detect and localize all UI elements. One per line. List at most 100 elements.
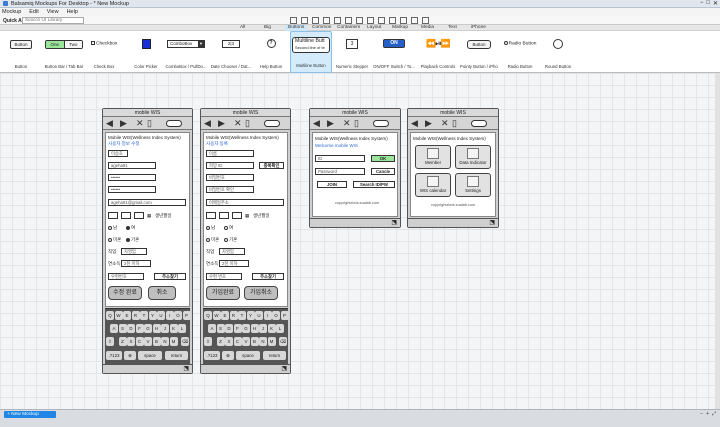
page-icon[interactable]: ▯ <box>245 118 250 129</box>
space-key[interactable]: space <box>236 351 260 360</box>
back-icon[interactable]: ◀ <box>313 118 320 129</box>
key-a[interactable]: A <box>110 324 118 333</box>
shift-key[interactable]: ⇧ <box>204 337 212 346</box>
birth-year[interactable] <box>206 212 216 219</box>
keyboard[interactable]: Q W E R T Y U I O P A S D F G H J K L ⇧ … <box>105 308 191 364</box>
name-field[interactable]: 이승호 <box>108 150 128 157</box>
lib-datechooser[interactable]: 2|3 Date Chooser / Dat... <box>210 31 252 73</box>
key-o[interactable]: O <box>174 311 182 320</box>
page-icon[interactable]: ▯ <box>147 118 152 129</box>
new-mockup-tab[interactable]: + New Mockup <box>4 411 56 418</box>
password-confirm-field[interactable]: 비밀번호 확인 <box>206 186 254 193</box>
globe-key[interactable]: ⊕ <box>222 351 234 360</box>
key-u[interactable]: U <box>255 311 263 320</box>
resize-handle-icon[interactable]: ⬔ <box>489 219 495 226</box>
cancel-button[interactable]: Cancle <box>371 168 395 175</box>
radio-male-icon[interactable] <box>206 225 210 230</box>
radio-married-icon[interactable] <box>224 237 228 242</box>
key-e[interactable]: E <box>221 311 229 320</box>
password-confirm-field[interactable]: •••••• <box>108 186 156 193</box>
submit-edit-button[interactable]: 수정 완료 <box>108 286 142 300</box>
key-d[interactable]: D <box>225 324 233 333</box>
duplicate-check-button[interactable]: 중복확인 <box>259 162 284 169</box>
lib-multiline[interactable]: Multiline Butt Second line of te Multili… <box>290 31 332 73</box>
return-key[interactable]: return <box>165 351 188 360</box>
ok-button[interactable]: OK <box>371 155 395 162</box>
resize-handle-icon[interactable]: ⬔ <box>183 365 189 372</box>
cancel-button[interactable]: 취소 <box>148 286 176 300</box>
key-n[interactable]: N <box>259 337 267 346</box>
space-key[interactable]: space <box>138 351 162 360</box>
lib-onoff[interactable]: ON ON/OFF Switch / To... <box>372 31 416 73</box>
key-m[interactable]: M <box>169 337 178 346</box>
key-e[interactable]: E <box>123 311 131 320</box>
id-field[interactable]: 희망 ID <box>206 162 254 169</box>
key-v[interactable]: V <box>144 337 152 346</box>
key-u[interactable]: U <box>157 311 165 320</box>
forward-icon[interactable]: ▶ <box>218 118 225 129</box>
zoom-out-button[interactable]: − <box>700 411 703 417</box>
key-w[interactable]: W <box>212 311 221 320</box>
quick-add-input[interactable] <box>22 17 84 24</box>
join-button[interactable]: JOIN <box>317 181 347 188</box>
return-key[interactable]: return <box>263 351 286 360</box>
job-select[interactable]: 자영업 <box>219 248 245 255</box>
lib-round[interactable]: Round Button <box>542 31 574 73</box>
zip-field[interactable]: 우편번호 <box>108 273 144 280</box>
key-b[interactable]: B <box>250 337 259 346</box>
key-y[interactable]: Y <box>148 311 157 320</box>
cut-icon[interactable] <box>290 17 297 24</box>
id-field[interactable]: ageha81 <box>108 162 156 169</box>
close-icon[interactable]: ✕ <box>234 118 242 129</box>
radio-female-icon[interactable] <box>224 225 228 230</box>
group-icon[interactable] <box>323 17 330 24</box>
key-s[interactable]: S <box>118 324 127 333</box>
calendar-tile[interactable]: WIS calendar <box>415 173 451 197</box>
key-t[interactable]: T <box>238 311 246 320</box>
shift-key[interactable]: ⇧ <box>106 337 114 346</box>
canvas-scrollbar[interactable] <box>715 73 720 409</box>
page-icon[interactable]: ▯ <box>354 118 359 129</box>
key-c[interactable]: C <box>233 337 242 346</box>
find-address-button[interactable]: 주소찾기 <box>154 273 186 280</box>
fullscreen-button[interactable]: ⤢ <box>712 411 716 417</box>
menu-view[interactable]: View <box>47 9 59 15</box>
url-field[interactable] <box>471 120 487 127</box>
close-icon[interactable]: ✕ <box>441 118 449 129</box>
key-r[interactable]: R <box>229 311 238 320</box>
key-p[interactable]: P <box>280 311 289 320</box>
key-y[interactable]: Y <box>246 311 255 320</box>
close-button[interactable]: ✕ <box>713 0 718 7</box>
key-f[interactable]: F <box>233 324 242 333</box>
lib-stepper[interactable]: 3 Numeric Stepper <box>334 31 370 73</box>
key-o[interactable]: O <box>272 311 280 320</box>
birth-month[interactable] <box>121 212 131 219</box>
menu-mockup[interactable]: Mockup <box>2 9 21 15</box>
password-input[interactable]: Password <box>315 168 365 175</box>
key-k[interactable]: K <box>267 324 276 333</box>
lib-checkbox[interactable]: Checkbox Check Box <box>88 31 120 73</box>
numbers-key[interactable]: .?123 <box>204 351 220 360</box>
paste-icon[interactable] <box>312 17 319 24</box>
resize-handle-icon[interactable]: ⬔ <box>391 219 397 226</box>
name-field[interactable]: 이름 <box>206 150 254 157</box>
zoom-in-button[interactable]: + <box>706 411 709 417</box>
data-indicator-tile[interactable]: Data Indicator <box>455 145 491 169</box>
find-address-button[interactable]: 주소찾기 <box>252 273 284 280</box>
key-i[interactable]: I <box>165 311 174 320</box>
key-a[interactable]: A <box>208 324 216 333</box>
key-l[interactable]: L <box>178 324 186 333</box>
key-w[interactable]: W <box>114 311 123 320</box>
join-cancel-button[interactable]: 가입취소 <box>244 286 278 300</box>
birth-day[interactable] <box>134 212 144 219</box>
settings-tile[interactable]: Settings <box>455 173 491 197</box>
forward-icon[interactable]: ▶ <box>425 118 432 129</box>
lib-colorpicker[interactable]: Color Picker <box>130 31 162 73</box>
search-id-pw-button[interactable]: Search ID/PW <box>353 181 395 188</box>
back-icon[interactable]: ◀ <box>106 118 113 129</box>
lib-button[interactable]: Button Button <box>4 31 38 73</box>
radio-single-icon[interactable] <box>206 237 210 242</box>
key-h[interactable]: H <box>152 324 161 333</box>
lock-icon[interactable] <box>367 17 374 24</box>
zip-field[interactable]: 우편 번호 <box>206 273 242 280</box>
